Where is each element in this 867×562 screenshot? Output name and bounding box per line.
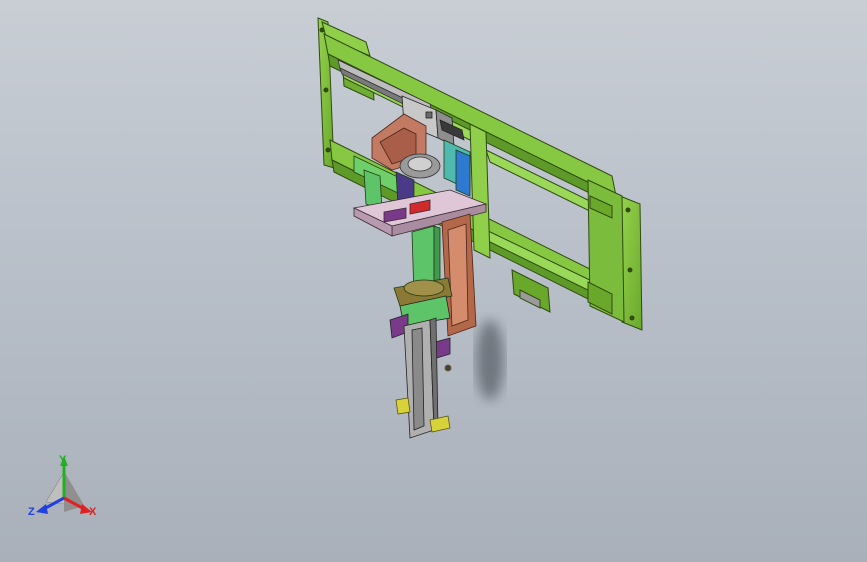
coordinate-triad[interactable]: Y X Z — [28, 454, 97, 518]
y-axis-label: Y — [59, 454, 67, 466]
z-axis-arrow — [36, 504, 48, 514]
lower-slide[interactable] — [389, 295, 451, 439]
model-shadow — [476, 320, 504, 400]
cad-viewport[interactable]: Y X Z — [0, 0, 867, 562]
z-axis-label: Z — [28, 506, 35, 518]
x-axis-label: X — [89, 506, 97, 518]
